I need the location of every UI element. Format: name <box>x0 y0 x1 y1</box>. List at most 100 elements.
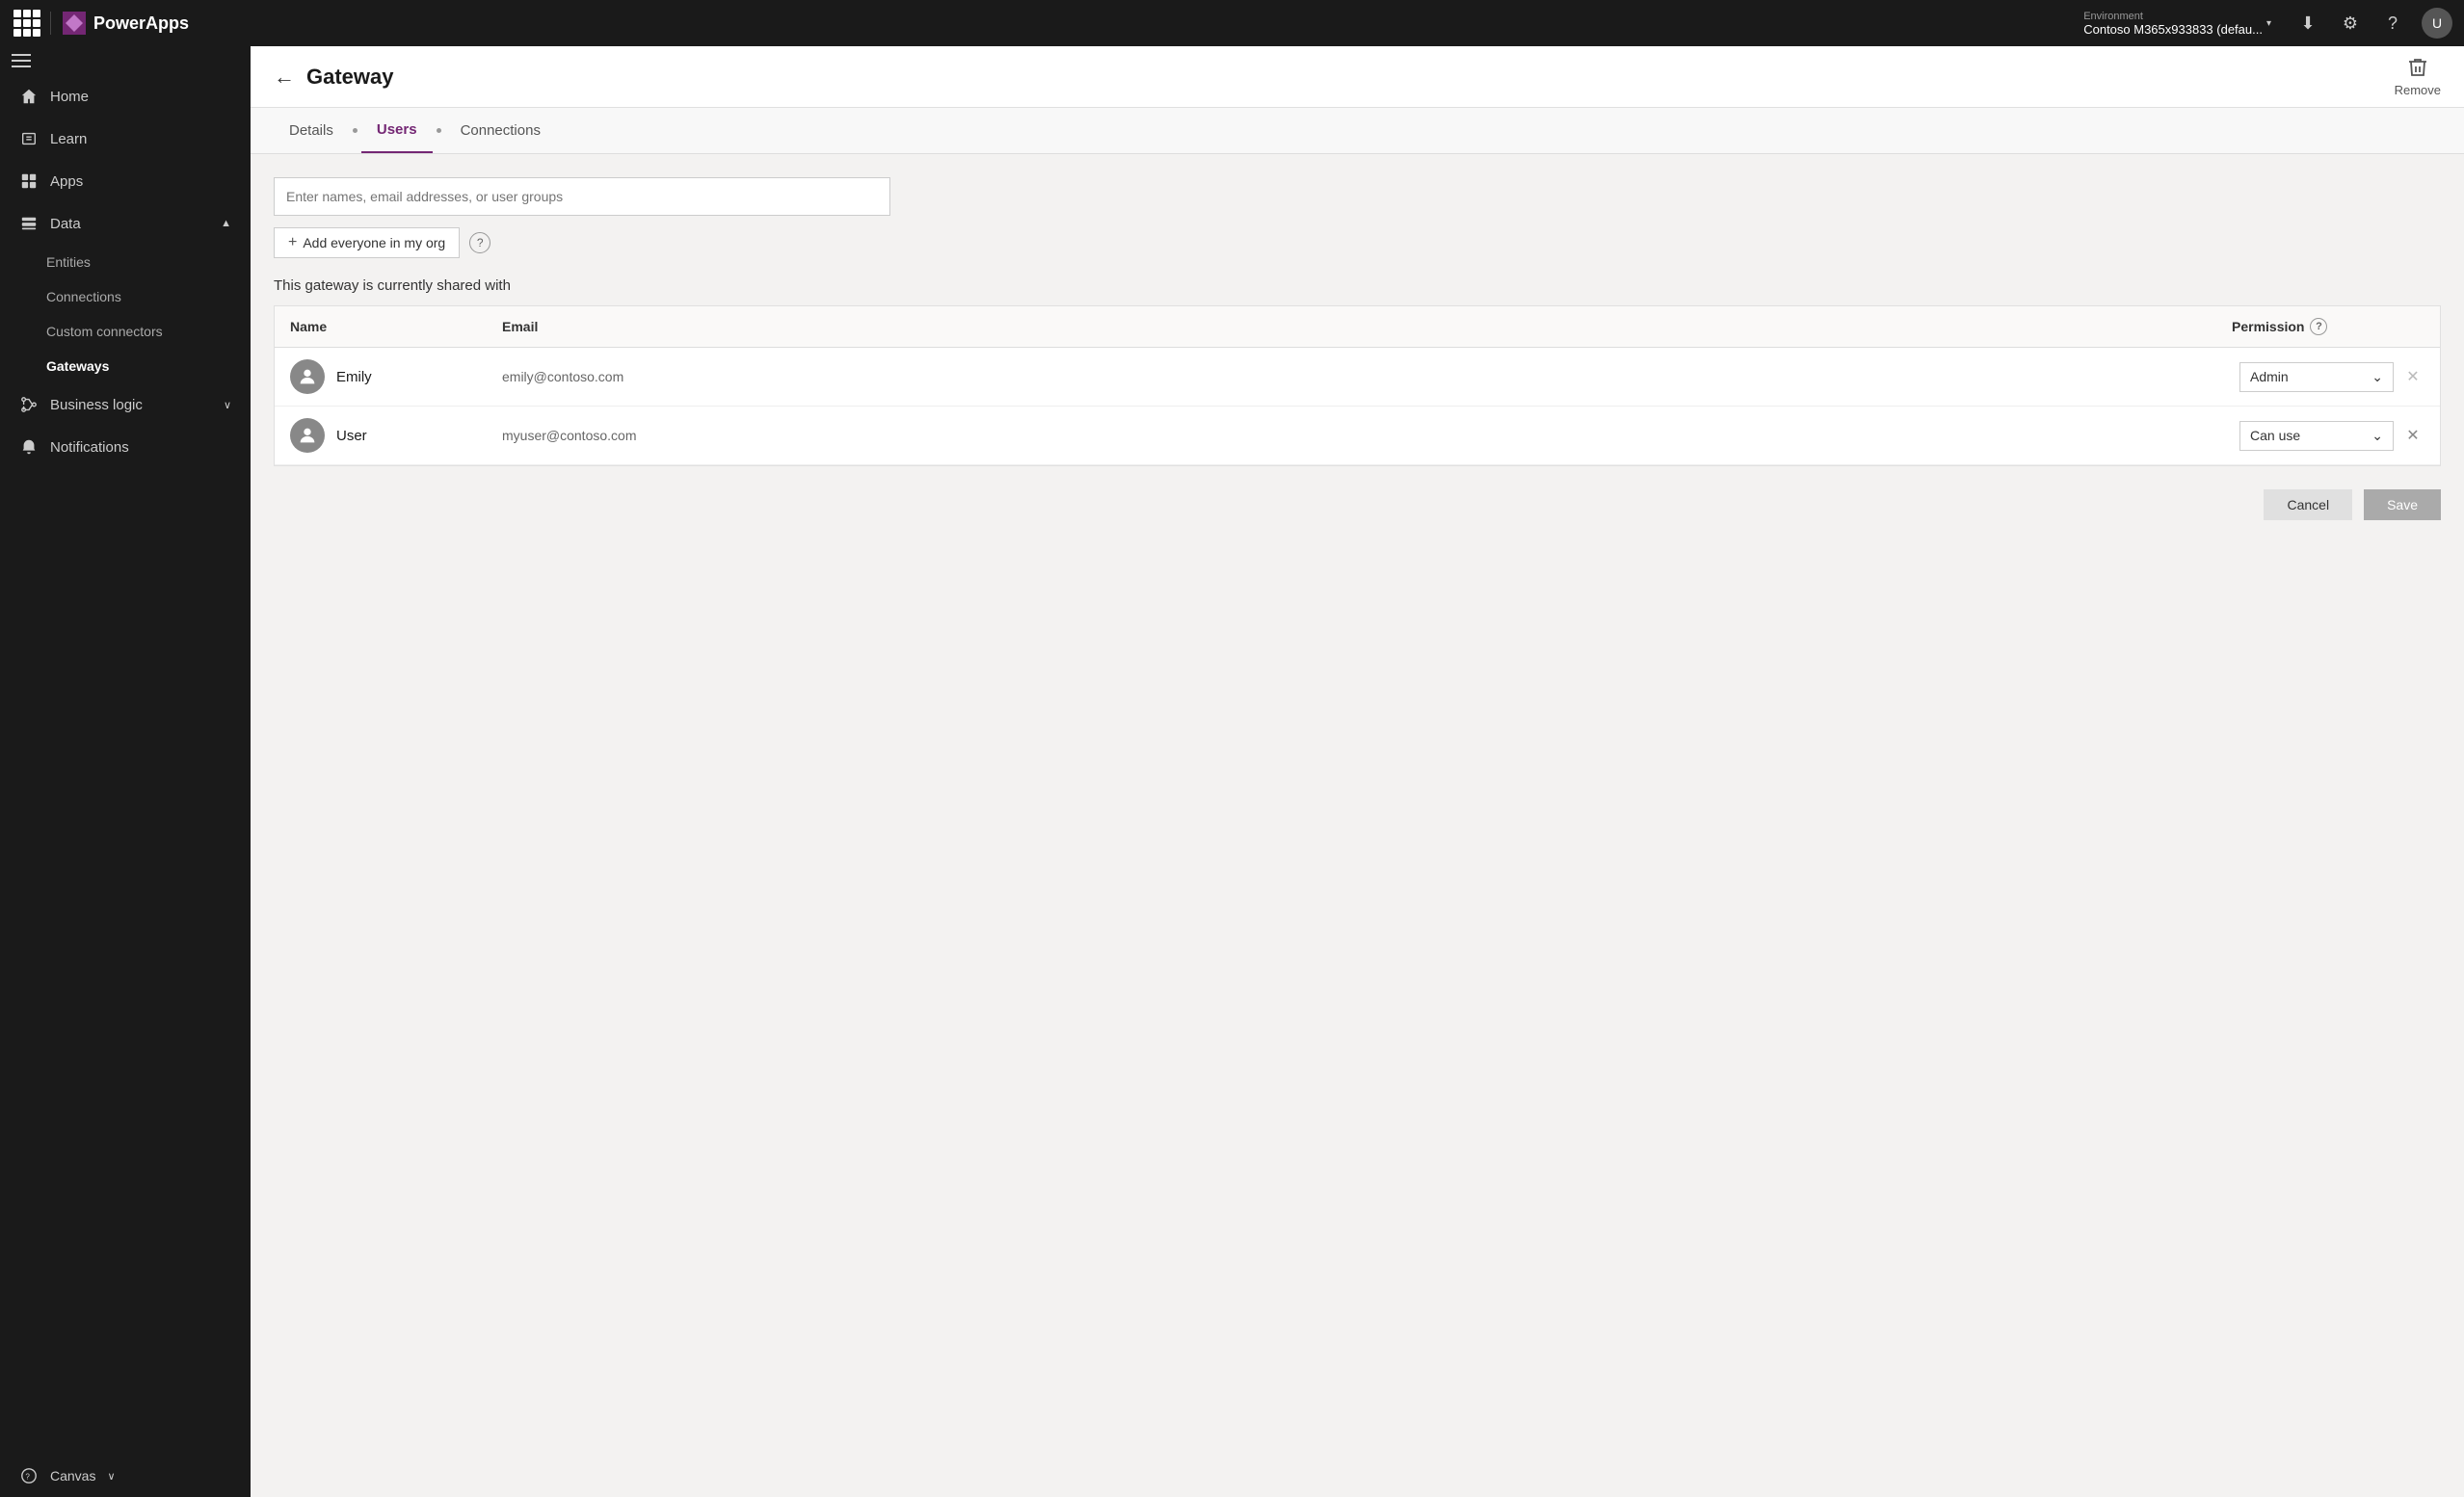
page-title: Gateway <box>306 65 394 90</box>
environment-name: Contoso M365x933833 (defau... <box>2083 22 2263 37</box>
sidebar-sub-gateways[interactable]: Gateways <box>0 349 251 383</box>
canvas-icon: ? <box>19 1466 39 1485</box>
flow-icon <box>19 395 39 414</box>
hamburger-menu-icon[interactable] <box>12 54 239 67</box>
shared-with-label: This gateway is currently shared with <box>274 277 2441 294</box>
emily-name: Emily <box>336 369 502 385</box>
trash-icon <box>2406 56 2429 79</box>
content-area: ← Gateway Remove Details Users Connectio… <box>251 46 2464 1497</box>
sidebar-data-label: Data <box>50 216 209 232</box>
data-icon <box>19 214 39 233</box>
tabs-bar: Details Users Connections <box>251 108 2464 154</box>
waffle-icon[interactable] <box>12 8 42 39</box>
sidebar-custom-connectors-label: Custom connectors <box>46 324 163 339</box>
emily-permission-select[interactable]: Admin ⌄ <box>2239 362 2394 392</box>
sidebar-entities-label: Entities <box>46 254 91 270</box>
environment-label: Environment <box>2083 11 2263 22</box>
emily-email: emily@contoso.com <box>502 369 2239 384</box>
sidebar-bottom: ? Canvas ∨ <box>0 1455 251 1497</box>
sidebar-item-business-logic[interactable]: Business logic ∨ <box>0 383 251 426</box>
learn-icon <box>19 129 39 148</box>
sidebar-sub-entities[interactable]: Entities <box>0 245 251 279</box>
sidebar-business-logic-label: Business logic <box>50 397 212 413</box>
business-logic-chevron-icon: ∨ <box>224 399 231 411</box>
permission-help-icon[interactable]: ? <box>2310 318 2327 335</box>
tab-connections-label: Connections <box>461 122 541 139</box>
environment-chevron-icon: ▾ <box>2266 18 2271 29</box>
add-everyone-button[interactable]: + Add everyone in my org <box>274 227 460 258</box>
settings-icon[interactable]: ⚙ <box>2337 10 2364 37</box>
footer-buttons: Cancel Save <box>274 489 2441 520</box>
emily-remove-icon[interactable]: ✕ <box>2401 365 2424 388</box>
sidebar-apps-label: Apps <box>50 173 231 190</box>
sidebar-learn-label: Learn <box>50 131 231 147</box>
sidebar-canvas-label: Canvas <box>50 1468 95 1484</box>
download-icon[interactable]: ⬇ <box>2294 10 2321 37</box>
tab-details[interactable]: Details <box>274 109 349 152</box>
table-header: Name Email Permission ? <box>275 306 2440 348</box>
permission-label: Permission <box>2232 319 2304 334</box>
user-avatar-row <box>290 418 325 453</box>
col-header-permission: Permission ? <box>2232 318 2424 335</box>
col-header-email: Email <box>502 319 2232 334</box>
inner-content: + Add everyone in my org ? This gateway … <box>251 154 2464 1497</box>
sidebar-connections-label: Connections <box>46 289 121 304</box>
sidebar-item-notifications[interactable]: Notifications <box>0 426 251 468</box>
col-header-name: Name <box>290 319 502 334</box>
tab-users[interactable]: Users <box>361 108 433 153</box>
avatar-icon <box>297 425 318 446</box>
environment-selector[interactable]: Environment Contoso M365x933833 (defau..… <box>2083 11 2271 37</box>
apps-icon <box>19 171 39 191</box>
sidebar-home-label: Home <box>50 89 231 105</box>
save-button[interactable]: Save <box>2364 489 2441 520</box>
user-remove-icon[interactable]: ✕ <box>2401 424 2424 447</box>
sidebar: Home Learn Apps Data ▲ Entities Connecti… <box>0 46 251 1497</box>
add-everyone-help-icon[interactable]: ? <box>469 232 490 253</box>
sidebar-item-apps[interactable]: Apps <box>0 160 251 202</box>
sidebar-item-home[interactable]: Home <box>0 75 251 118</box>
sidebar-bottom-canvas[interactable]: ? Canvas ∨ <box>0 1455 251 1497</box>
app-logo: PowerApps <box>50 12 189 35</box>
sidebar-item-learn[interactable]: Learn <box>0 118 251 160</box>
tab-separator-2 <box>437 128 441 133</box>
emily-permission-chevron-icon: ⌄ <box>2371 369 2383 385</box>
sidebar-sub-connections[interactable]: Connections <box>0 279 251 314</box>
cancel-button[interactable]: Cancel <box>2264 489 2352 520</box>
powerapps-logo-icon <box>63 12 86 35</box>
tab-separator-1 <box>353 128 358 133</box>
sidebar-gateways-label: Gateways <box>46 358 109 374</box>
svg-text:?: ? <box>25 1473 30 1482</box>
user-search-input[interactable] <box>274 177 890 216</box>
add-everyone-row: + Add everyone in my org ? <box>274 227 2441 258</box>
data-chevron-icon: ▲ <box>221 218 231 229</box>
main-layout: Home Learn Apps Data ▲ Entities Connecti… <box>0 46 2464 1497</box>
tab-connections[interactable]: Connections <box>445 109 556 152</box>
user-email: myuser@contoso.com <box>502 428 2239 443</box>
plus-icon: + <box>288 234 297 251</box>
user-permission-chevron-icon: ⌄ <box>2371 428 2383 444</box>
remove-button[interactable]: Remove <box>2395 56 2441 97</box>
emily-permission-value: Admin <box>2250 369 2289 384</box>
table-row: User myuser@contoso.com Can use ⌄ ✕ <box>275 407 2440 465</box>
app-name: PowerApps <box>93 13 189 34</box>
add-everyone-label: Add everyone in my org <box>303 235 445 250</box>
sidebar-notifications-label: Notifications <box>50 439 231 456</box>
tab-users-label: Users <box>377 121 417 138</box>
back-button[interactable]: ← <box>274 65 295 90</box>
emily-avatar <box>290 359 325 394</box>
header-icons: ⬇ ⚙ ? U <box>2294 8 2452 39</box>
avatar-icon <box>297 366 318 387</box>
user-permission-select[interactable]: Can use ⌄ <box>2239 421 2394 451</box>
sidebar-item-data[interactable]: Data ▲ <box>0 202 251 245</box>
user-table: Name Email Permission ? Emily emily@cont… <box>274 305 2441 466</box>
page-header: ← Gateway Remove <box>251 46 2464 108</box>
home-icon <box>19 87 39 106</box>
remove-label: Remove <box>2395 83 2441 97</box>
help-icon[interactable]: ? <box>2379 10 2406 37</box>
user-avatar[interactable]: U <box>2422 8 2452 39</box>
top-header: PowerApps Environment Contoso M365x93383… <box>0 0 2464 46</box>
canvas-chevron-icon: ∨ <box>107 1470 115 1483</box>
sidebar-sub-custom-connectors[interactable]: Custom connectors <box>0 314 251 349</box>
bell-icon <box>19 437 39 457</box>
user-permission-value: Can use <box>2250 428 2300 443</box>
